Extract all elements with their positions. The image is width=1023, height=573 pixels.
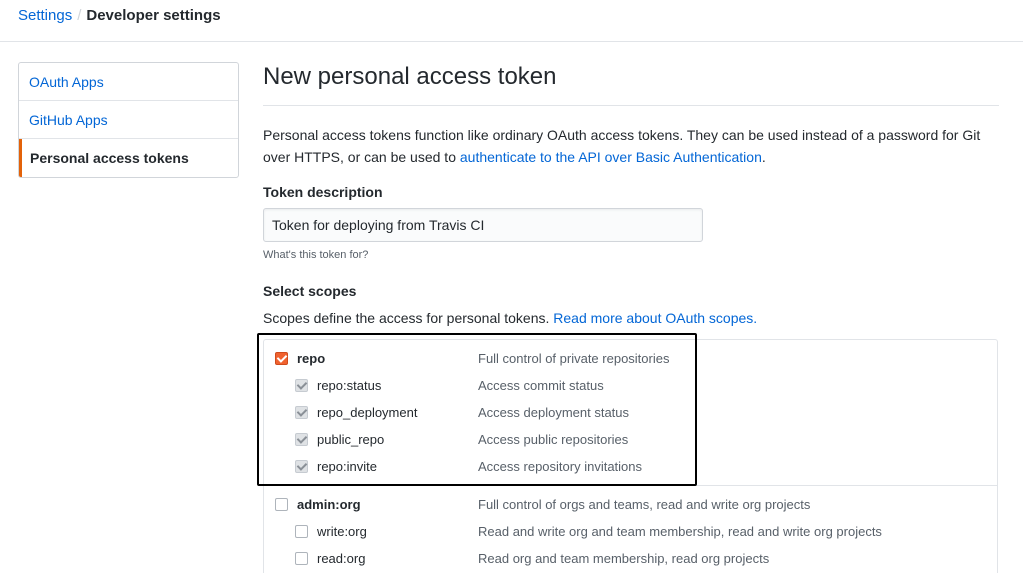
scope-description: Access deployment status — [478, 405, 630, 420]
breadcrumb-current: Developer settings — [86, 7, 221, 24]
oauth-scopes-link[interactable]: Read more about OAuth scopes. — [553, 310, 757, 326]
scope-name: repo:invite — [317, 459, 377, 474]
breadcrumb-separator: / — [77, 7, 82, 24]
select-scopes-label: Select scopes — [263, 283, 357, 299]
scope-row-public-repo: public_repo Access public repositories — [264, 430, 997, 450]
page-title: New personal access token — [263, 62, 999, 106]
read-org-checkbox[interactable] — [295, 552, 308, 565]
scope-description: Full control of private repositories — [478, 351, 670, 366]
repo-checkbox[interactable] — [275, 352, 288, 365]
scope-name: write:org — [317, 524, 367, 539]
token-description-input[interactable] — [263, 208, 703, 242]
scope-row-admin-org: admin:org Full control of orgs and teams… — [264, 495, 997, 515]
sidebar-item-github-apps[interactable]: GitHub Apps — [19, 101, 238, 139]
scope-row-repo-status: repo:status Access commit status — [264, 376, 997, 396]
scope-name: repo:status — [317, 378, 382, 393]
top-bar: Settings / Developer settings — [0, 0, 1023, 42]
admin-org-checkbox[interactable] — [275, 498, 288, 511]
scope-row-write-org: write:org Read and write org and team me… — [264, 522, 997, 542]
scope-description: Full control of orgs and teams, read and… — [478, 497, 811, 512]
scopes-desc-text: Scopes define the access for personal to… — [263, 310, 554, 326]
scope-description: Read and write org and team membership, … — [478, 524, 882, 539]
sidebar-item-personal-access-tokens[interactable]: Personal access tokens — [19, 139, 238, 177]
main-content: New personal access token Personal acces… — [263, 62, 999, 326]
scope-description: Access commit status — [478, 378, 604, 393]
scope-group-divider — [264, 485, 997, 486]
scopes-description: Scopes define the access for personal to… — [263, 310, 757, 326]
scope-description: Access public repositories — [478, 432, 629, 447]
breadcrumb: Settings / Developer settings — [18, 7, 221, 25]
scope-description: Read org and team membership, read org p… — [478, 551, 770, 566]
public-repo-checkbox[interactable] — [295, 433, 308, 446]
scope-name: read:org — [317, 551, 366, 566]
token-description-label: Token description — [263, 184, 383, 200]
scope-row-read-org: read:org Read org and team membership, r… — [264, 549, 997, 569]
breadcrumb-settings-link[interactable]: Settings — [18, 7, 72, 24]
sidebar-nav: OAuth Apps GitHub Apps Personal access t… — [18, 62, 239, 178]
repo-status-checkbox[interactable] — [295, 379, 308, 392]
repo-invite-checkbox[interactable] — [295, 460, 308, 473]
scope-name: repo_deployment — [317, 405, 418, 420]
scope-row-repo: repo Full control of private repositorie… — [264, 349, 997, 369]
scopes-list: repo Full control of private repositorie… — [263, 339, 998, 573]
scope-row-repo-deployment: repo_deployment Access deployment status — [264, 403, 997, 423]
scope-name: admin:org — [297, 497, 361, 512]
sidebar-item-oauth-apps[interactable]: OAuth Apps — [19, 63, 238, 101]
scope-row-repo-invite: repo:invite Access repository invitation… — [264, 457, 997, 477]
token-description-note: What's this token for? — [263, 249, 369, 261]
intro-end: . — [761, 149, 766, 165]
scope-name: repo — [297, 351, 326, 366]
repo-deployment-checkbox[interactable] — [295, 406, 308, 419]
write-org-checkbox[interactable] — [295, 525, 308, 538]
basic-auth-link[interactable]: authenticate to the API over Basic Authe… — [460, 149, 762, 165]
intro-text: Personal access tokens function like ord… — [263, 124, 999, 168]
scope-name: public_repo — [317, 432, 385, 447]
scope-description: Access repository invitations — [478, 459, 643, 474]
